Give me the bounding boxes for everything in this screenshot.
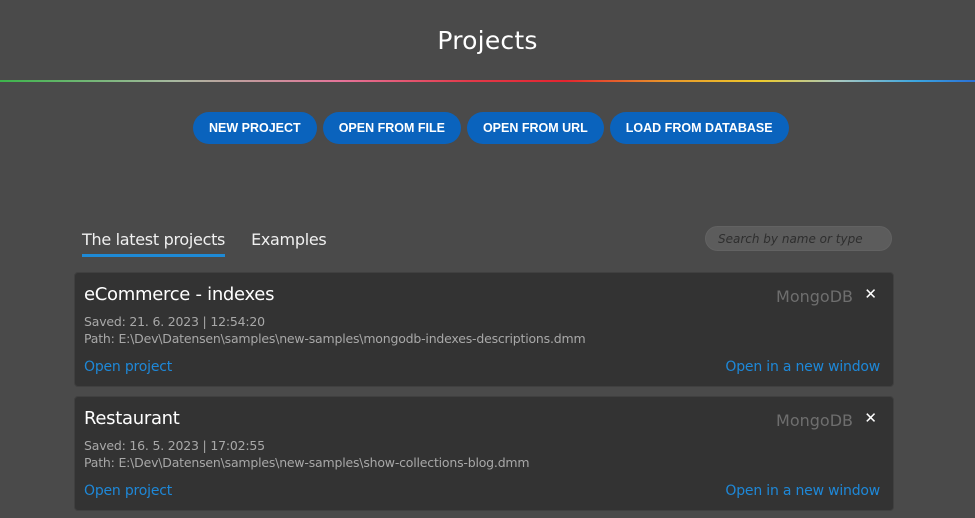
project-type: MongoDB — [776, 287, 853, 306]
open-from-file-button[interactable]: OPEN FROM FILE — [322, 112, 461, 144]
project-path: Path: E:\Dev\Datensen\samples\new-sample… — [84, 331, 586, 346]
search-input[interactable] — [705, 226, 892, 251]
open-in-new-window-link[interactable]: Open in a new window — [725, 359, 880, 375]
page-title: Projects — [437, 26, 538, 55]
new-project-button[interactable]: NEW PROJECT — [193, 112, 317, 144]
rainbow-divider — [0, 80, 975, 82]
close-icon[interactable]: ✕ — [864, 286, 877, 302]
header: Projects — [0, 0, 975, 82]
project-card: Restaurant MongoDB ✕ Saved: 16. 5. 2023 … — [74, 396, 894, 511]
project-card: eCommerce - indexes MongoDB ✕ Saved: 21.… — [74, 272, 894, 387]
open-from-url-button[interactable]: OPEN FROM URL — [466, 112, 604, 144]
load-from-database-button[interactable]: LOAD FROM DATABASE — [609, 112, 789, 144]
project-path: Path: E:\Dev\Datensen\samples\new-sample… — [84, 455, 530, 470]
project-tabs: The latest projects Examples — [82, 230, 327, 257]
open-project-link[interactable]: Open project — [84, 359, 172, 375]
tab-examples[interactable]: Examples — [251, 230, 327, 257]
open-project-link[interactable]: Open project — [84, 483, 172, 499]
project-saved-date: Saved: 21. 6. 2023 | 12:54:20 — [84, 314, 265, 329]
action-buttons: NEW PROJECT OPEN FROM FILE OPEN FROM URL… — [193, 112, 789, 144]
open-in-new-window-link[interactable]: Open in a new window — [725, 483, 880, 499]
tab-latest-projects[interactable]: The latest projects — [82, 230, 225, 257]
project-saved-date: Saved: 16. 5. 2023 | 17:02:55 — [84, 438, 265, 453]
project-name: Restaurant — [84, 408, 180, 429]
close-icon[interactable]: ✕ — [864, 410, 877, 426]
project-type: MongoDB — [776, 411, 853, 430]
project-name: eCommerce - indexes — [84, 284, 275, 305]
